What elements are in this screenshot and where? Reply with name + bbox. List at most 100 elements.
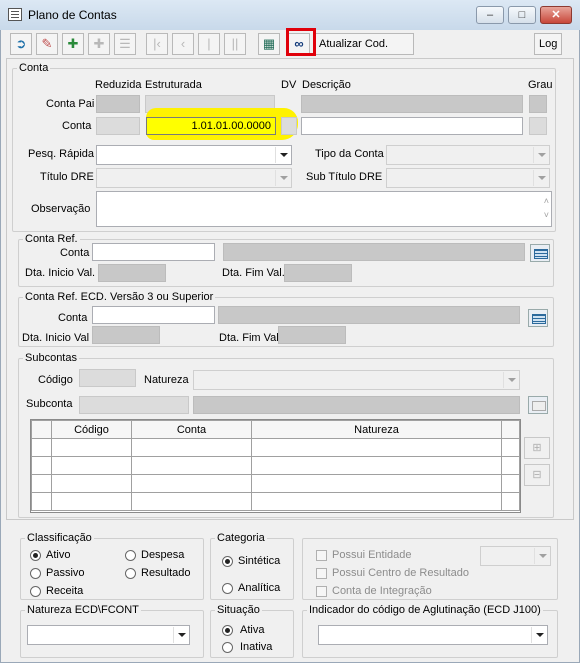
radio-receita[interactable] bbox=[30, 586, 41, 597]
conta-integracao-checkbox[interactable] bbox=[316, 586, 327, 597]
minimize-button[interactable]: – bbox=[476, 6, 504, 24]
grid-col-codigo: Código bbox=[51, 420, 132, 439]
tree-add-icon: ✚ bbox=[93, 36, 105, 51]
conta-ref-dta-fim-label: Dta. Fim Val. bbox=[222, 267, 285, 279]
first-button[interactable]: |‹ bbox=[146, 33, 168, 55]
conta-estruturada-input[interactable]: 1.01.01.00.0000 bbox=[146, 117, 276, 135]
conta-ref-conta-label: Conta bbox=[60, 247, 90, 259]
natureza-ecd-legend: Natureza ECD\FCONT bbox=[27, 604, 139, 616]
subcontas-codigo-field bbox=[79, 369, 136, 387]
tree-remove-button[interactable]: ☰ bbox=[114, 33, 136, 55]
radio-receita-label: Receita bbox=[46, 585, 84, 597]
radio-ativa[interactable] bbox=[222, 625, 233, 636]
previous-button[interactable]: ‹ bbox=[172, 33, 194, 55]
conta-ref-ecd-list-button[interactable] bbox=[528, 309, 548, 327]
radio-inativa[interactable] bbox=[222, 642, 233, 653]
conta-ref-dta-inicio-field bbox=[98, 264, 166, 282]
sub-titulo-dre-label: Sub Título DRE bbox=[306, 171, 383, 183]
possui-centro-label: Possui Centro de Resultado bbox=[332, 567, 469, 579]
eraser-icon: ✎ bbox=[41, 36, 53, 51]
maximize-button[interactable]: □ bbox=[508, 6, 536, 24]
list-button[interactable]: ▦ bbox=[258, 33, 280, 55]
situacao-legend: Situação bbox=[217, 604, 260, 616]
conta-ref-ecd-conta-input[interactable] bbox=[92, 306, 215, 324]
subconta-remove-button[interactable]: ⊟ bbox=[524, 464, 550, 486]
log-button[interactable]: Log bbox=[534, 33, 562, 55]
radio-inativa-label: Inativa bbox=[240, 641, 273, 653]
radio-ativa-label: Ativa bbox=[240, 624, 265, 636]
titulo-dre-label: Título DRE bbox=[40, 171, 94, 183]
conta-ref-ecd-dta-inicio-label: Dta. Inicio Val bbox=[22, 332, 90, 344]
conta-ref-conta-input[interactable] bbox=[92, 243, 215, 261]
title-bar: Plano de Contas – □ ✕ bbox=[0, 0, 580, 30]
conta-ref-dta-fim-field bbox=[284, 264, 352, 282]
radio-despesa[interactable] bbox=[125, 550, 136, 561]
conta-pai-label: Conta Pai bbox=[46, 98, 95, 110]
subconta-list-button[interactable] bbox=[528, 396, 548, 414]
subcontas-table: Código Conta Natureza bbox=[31, 420, 520, 511]
radio-ativo-label: Ativo bbox=[46, 549, 71, 561]
radio-resultado[interactable] bbox=[125, 568, 136, 579]
conta-ref-ecd-dta-inicio-field bbox=[92, 326, 160, 344]
classificacao-legend: Classificação bbox=[27, 532, 92, 544]
col-dv: DV bbox=[281, 79, 297, 91]
col-estruturada: Estruturada bbox=[145, 79, 202, 91]
atualizar-cod-agl-button[interactable]: Atualizar Cod. Agl. bbox=[314, 33, 414, 70]
observacao-textarea[interactable]: ˄ ˅ bbox=[96, 191, 552, 227]
chevron-down-icon bbox=[533, 170, 548, 186]
titulo-dre-select[interactable] bbox=[96, 168, 292, 188]
last-button[interactable]: || bbox=[224, 33, 246, 55]
conta-integracao-label: Conta de Integração bbox=[332, 585, 432, 597]
table-row[interactable] bbox=[31, 456, 520, 475]
radio-analitica-label: Analítica bbox=[238, 582, 281, 594]
possui-centro-checkbox[interactable] bbox=[316, 568, 327, 579]
table-row[interactable] bbox=[31, 438, 520, 457]
conta-ref-ecd-conta-label: Conta bbox=[58, 312, 88, 324]
red-annotation-box bbox=[286, 28, 316, 56]
conta-ref-ecd-dta-fim-label: Dta. Fim Val bbox=[219, 332, 279, 344]
radio-passivo[interactable] bbox=[30, 568, 41, 579]
categoria-legend: Categoria bbox=[217, 532, 265, 544]
conta-label: Conta bbox=[62, 120, 92, 132]
table-row[interactable] bbox=[31, 492, 520, 511]
subcontas-grid[interactable]: Código Conta Natureza bbox=[30, 419, 521, 513]
textarea-scroll-icon: ˄ ˅ bbox=[543, 196, 549, 220]
add-button[interactable]: ✚ bbox=[62, 33, 84, 55]
subconta-add-button[interactable]: ⊞ bbox=[524, 437, 550, 459]
grid-col-extra bbox=[501, 420, 520, 439]
exit-button[interactable]: ➲ bbox=[10, 33, 32, 55]
next-button[interactable]: | bbox=[198, 33, 220, 55]
table-row[interactable] bbox=[31, 474, 520, 493]
grid-col-conta: Conta bbox=[131, 420, 252, 439]
col-descricao: Descrição bbox=[302, 79, 351, 91]
indicador-select[interactable] bbox=[318, 625, 548, 645]
radio-resultado-label: Resultado bbox=[141, 567, 191, 579]
entidade-select[interactable] bbox=[480, 546, 551, 566]
grid-col-natureza: Natureza bbox=[251, 420, 502, 439]
natureza-ecd-select[interactable] bbox=[27, 625, 190, 645]
tree-add-button[interactable]: ✚ bbox=[88, 33, 110, 55]
last-icon: || bbox=[231, 36, 239, 51]
conta-descricao-input[interactable] bbox=[301, 117, 523, 135]
chevron-down-icon bbox=[275, 170, 290, 186]
pesq-rapida-select[interactable] bbox=[96, 145, 292, 165]
conta-ref-ecd-descricao-field bbox=[218, 306, 520, 324]
conta-ref-legend: Conta Ref. bbox=[25, 233, 78, 245]
possui-entidade-checkbox[interactable] bbox=[316, 550, 327, 561]
tipo-conta-select[interactable] bbox=[386, 145, 550, 165]
eraser-button[interactable]: ✎ bbox=[36, 33, 58, 55]
next-icon: | bbox=[207, 36, 211, 51]
conta-ref-list-button[interactable] bbox=[530, 244, 550, 262]
radio-analitica[interactable] bbox=[222, 583, 233, 594]
close-button[interactable]: ✕ bbox=[540, 6, 572, 24]
radio-sintetica[interactable] bbox=[222, 556, 233, 567]
subcontas-natureza-select[interactable] bbox=[193, 370, 520, 390]
conta-pai-descricao-field bbox=[301, 95, 523, 113]
radio-ativo[interactable] bbox=[30, 550, 41, 561]
subcontas-legend: Subcontas bbox=[25, 352, 77, 364]
chevron-down-icon bbox=[503, 372, 518, 388]
sub-titulo-dre-select[interactable] bbox=[386, 168, 550, 188]
radio-sintetica-label: Sintética bbox=[238, 555, 281, 567]
tipo-conta-label: Tipo da Conta bbox=[315, 148, 384, 160]
indicador-legend: Indicador do código de Aglutinação (ECD … bbox=[309, 604, 541, 616]
